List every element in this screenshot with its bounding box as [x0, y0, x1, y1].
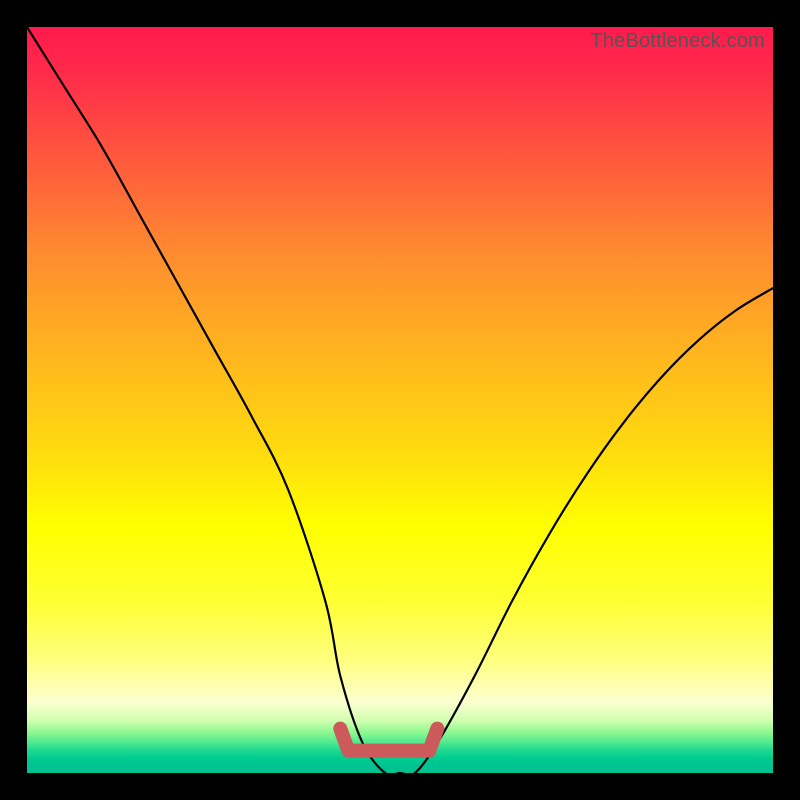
- bottleneck-curve-path: [27, 27, 773, 773]
- chart-frame: TheBottleneck.com: [0, 0, 800, 800]
- watermark-text: TheBottleneck.com: [590, 30, 765, 53]
- chart-plot-area: TheBottleneck.com: [27, 27, 773, 773]
- chart-svg: [27, 27, 773, 773]
- optimal-zone-marker: [340, 729, 437, 751]
